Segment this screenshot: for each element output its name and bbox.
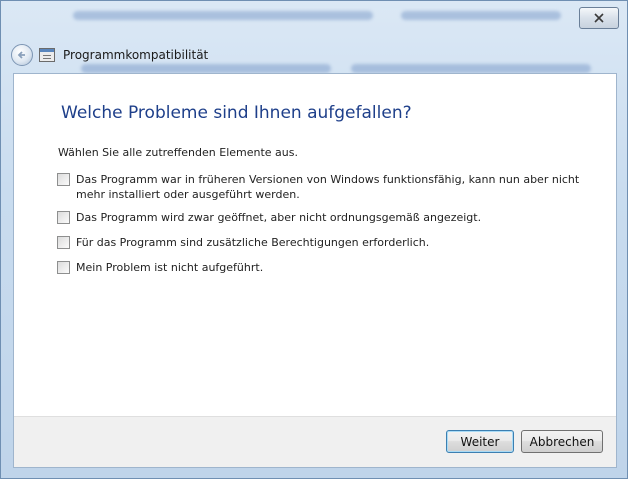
blurred-background-text (401, 11, 561, 20)
wizard-content: Welche Probleme sind Ihnen aufgefallen? … (13, 73, 617, 468)
page-heading: Welche Probleme sind Ihnen aufgefallen? (61, 103, 412, 123)
option-label[interactable]: Das Programm wird zwar geöffnet, aber ni… (76, 210, 481, 225)
checkbox[interactable] (57, 261, 70, 274)
back-button[interactable] (11, 44, 33, 66)
close-button[interactable] (579, 7, 619, 29)
option-checkbox-1[interactable]: Das Programm war in früheren Versionen v… (57, 172, 597, 202)
button-bar: Weiter Abbrechen (14, 416, 616, 467)
blurred-background-text (351, 64, 591, 73)
window-title: Programmkompatibilität (63, 48, 209, 62)
next-button[interactable]: Weiter (446, 430, 514, 453)
instruction-text: Wählen Sie alle zutreffenden Elemente au… (58, 146, 298, 159)
cancel-button[interactable]: Abbrechen (521, 430, 603, 453)
checkbox[interactable] (57, 173, 70, 186)
close-icon (594, 13, 604, 23)
option-label[interactable]: Das Programm war in früheren Versionen v… (76, 172, 597, 202)
option-label[interactable]: Für das Programm sind zusätzliche Berech… (76, 235, 429, 250)
option-checkbox-4[interactable]: Mein Problem ist nicht aufgeführt. (57, 260, 597, 275)
option-checkbox-2[interactable]: Das Programm wird zwar geöffnet, aber ni… (57, 210, 597, 225)
app-icon (39, 48, 55, 62)
blurred-background-text (73, 11, 373, 20)
wizard-window: Programmkompatibilität Welche Probleme s… (0, 0, 628, 479)
option-checkbox-3[interactable]: Für das Programm sind zusätzliche Berech… (57, 235, 597, 250)
checkbox[interactable] (57, 211, 70, 224)
option-label[interactable]: Mein Problem ist nicht aufgeführt. (76, 260, 263, 275)
back-arrow-icon (17, 51, 25, 59)
checkbox[interactable] (57, 236, 70, 249)
title-bar: Programmkompatibilität (11, 41, 208, 69)
